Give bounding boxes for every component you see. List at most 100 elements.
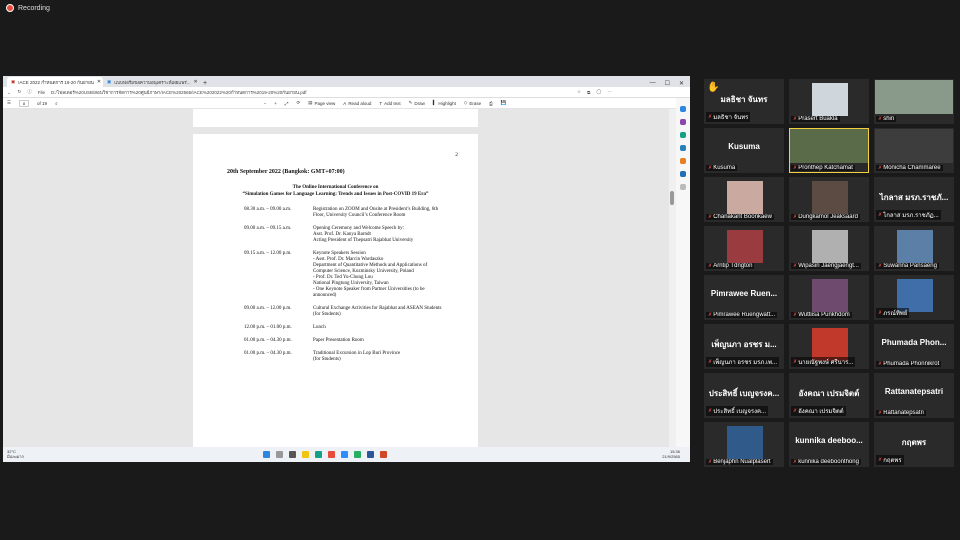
close-tab-icon[interactable]: ✕	[97, 79, 101, 85]
add-text-button[interactable]: T Add text	[379, 101, 400, 106]
highlight-button[interactable]: ▍ Highlight	[433, 100, 456, 106]
favorite-icon[interactable]: ☆	[577, 89, 581, 95]
refresh-icon[interactable]: ↻	[18, 89, 22, 95]
collections-icon[interactable]: ⧉	[587, 90, 590, 95]
draw-icon: ✎	[408, 100, 413, 105]
participant-tile[interactable]: ✗ Dungkamol Jeaksaard	[789, 177, 869, 222]
zoom-icon[interactable]	[341, 451, 348, 458]
participant-video	[812, 279, 848, 312]
erase-button[interactable]: ◇ Erase	[464, 100, 481, 106]
edge-icon[interactable]	[315, 451, 322, 458]
chrome-icon[interactable]	[328, 451, 335, 458]
participant-name-label: ✗ Phumada Phonnikrot	[876, 361, 942, 367]
windows-taskbar: 32°C มีเมฆมาก 15:36 21/9/2565	[3, 447, 690, 462]
participant-name: นายณัฐพงษ์ ศรีนาร...	[798, 360, 854, 366]
participant-tile[interactable]: kunnika deeboo... ✗ kunnika deeboonthong	[789, 422, 869, 467]
close-tab-icon[interactable]: ✕	[193, 79, 197, 85]
participant-tile[interactable]: ✗ shin	[874, 79, 954, 124]
maximize-icon[interactable]: ☐	[665, 80, 670, 87]
search-icon[interactable]	[276, 451, 283, 458]
muted-mic-icon: ✗	[878, 116, 883, 122]
minimize-icon[interactable]: —	[650, 80, 656, 87]
add-icon[interactable]	[680, 184, 686, 190]
page-view-button[interactable]: ▤ Page view	[308, 100, 335, 106]
pdf-scrollbar[interactable]	[669, 109, 676, 447]
participant-tile[interactable]: ✗ Wuttiisa Punkhdom	[789, 275, 869, 320]
file-explorer-icon[interactable]	[302, 451, 309, 458]
weather-widget[interactable]: 32°C มีเมฆมาก	[3, 449, 263, 459]
line-icon[interactable]	[354, 451, 361, 458]
url-field[interactable]: D:/โฟลเดอร์%20USB/สอนวิชาการจัดการ%20ศูน…	[51, 89, 571, 96]
participant-name-label: ✗ Dungkamol Jeaksaard	[791, 214, 860, 220]
participant-name: Arntip Tdngton	[713, 263, 753, 269]
page-number-input[interactable]: 8	[19, 99, 30, 107]
games-icon[interactable]	[680, 145, 686, 151]
participant-tile[interactable]: อังคณา เปรมจิตต์ ✗ อังคณา เปรมจิตต์	[789, 373, 869, 418]
muted-mic-icon: ✗	[708, 459, 713, 465]
muted-mic-icon: ✗	[793, 116, 798, 122]
close-window-icon[interactable]: ✕	[679, 80, 684, 87]
zoom-in-icon[interactable]: +	[274, 101, 277, 106]
search-icon[interactable]	[680, 106, 686, 112]
contents-icon[interactable]: ☰	[7, 100, 11, 106]
schedule: 08.30 a.m. – 09.00 a.m. Registration on Z…	[244, 207, 464, 363]
participant-tile[interactable]: ✗ Wipasiri Jaengjaengt...	[789, 226, 869, 271]
participant-name: ประสิทธิ์ เบญจรงค...	[713, 409, 767, 415]
participant-tile[interactable]: ✗ Pronthep Katchamat	[789, 128, 869, 173]
profile-icon[interactable]: ◯	[596, 89, 601, 95]
browser-tab-bar: ▣ IACE 2022 กำหนดการ 19-20 กันยายน ✕ ▣ แ…	[3, 76, 690, 87]
tools-icon[interactable]	[680, 132, 686, 138]
system-tray[interactable]: 15:36 21/9/2565	[662, 449, 690, 459]
participant-tile[interactable]: มลธิชา จันทร ✋ ✗ มลธิชา จันทร	[704, 79, 784, 124]
participant-tile[interactable]: ✗ Suwanna Pansaeng	[874, 226, 954, 271]
shopping-icon[interactable]	[680, 119, 686, 125]
office-icon[interactable]	[680, 158, 686, 164]
participant-tile[interactable]: ✗ Arntip Tdngton	[704, 226, 784, 271]
conference-line-1: The Online International Conference on	[292, 185, 379, 190]
participant-tile[interactable]: ประสิทธิ์ เบญจรงค... ✗ ประสิทธิ์ เบญจรงค..…	[704, 373, 784, 418]
zoom-out-icon[interactable]: −	[264, 101, 267, 106]
participant-tile[interactable]: ไกลาส มรภ.ราชภั... ✗ ไกลาส มรภ.ราชภัฏ...	[874, 177, 954, 222]
back-icon[interactable]: ←	[7, 90, 12, 95]
conference-title: The Online International Conference on “…	[207, 184, 464, 198]
rotate-icon[interactable]: ⟳	[296, 100, 300, 106]
powerpoint-icon[interactable]	[380, 451, 387, 458]
page-number: 2	[455, 152, 458, 158]
participant-tile[interactable]: Pimrawee Ruen... ✗ Pimrawee Ruengwatt...	[704, 275, 784, 320]
schedule-row: 09.15 a.m. – 12.00 p.m. Keynote Speakers …	[244, 251, 428, 298]
word-icon[interactable]	[367, 451, 374, 458]
participant-name-label: ✗ อังคณา เปรมจิตต์	[791, 406, 846, 416]
participant-display-name: อังคณา เปรมจิตต์	[798, 389, 860, 398]
draw-button[interactable]: ✎ Draw	[409, 100, 425, 106]
participant-tile[interactable]: Phumada Phon... ✗ Phumada Phonnikrot	[874, 324, 954, 369]
participant-tile[interactable]: ✗ Prasert Buakla	[789, 79, 869, 124]
print-icon[interactable]: ⎙	[489, 101, 493, 106]
task-view-icon[interactable]	[289, 451, 296, 458]
participant-tile[interactable]: Kusuma ✗ Kusuma	[704, 128, 784, 173]
participant-tile[interactable]: Rattanatepsatri ✗ Rattanatepsatri	[874, 373, 954, 418]
participant-tile[interactable]: เพ็ญนภา อรชร ม... ✗ เพ็ญนภา อรชร มรภ.เพ...	[704, 324, 784, 369]
fit-icon[interactable]: ⤢	[285, 101, 289, 106]
participant-tile[interactable]: ✗ ภรณ์ทิพย์	[874, 275, 954, 320]
scrollbar-thumb[interactable]	[670, 191, 674, 205]
browser-tab-form[interactable]: ▣ แบบฟอร์มขอความอนุเคราะห์เผยแพร่... ✕	[103, 77, 199, 87]
browser-tab-pdf[interactable]: ▣ IACE 2022 กำหนดการ 19-20 กันยายน ✕	[7, 77, 103, 87]
outlook-icon[interactable]	[680, 171, 686, 177]
read-aloud-button[interactable]: A Read aloud	[343, 101, 371, 106]
info-icon[interactable]: ⓘ	[27, 89, 32, 95]
participant-tile[interactable]: ✗ นายณัฐพงษ์ ศรีนาร...	[789, 324, 869, 369]
save-icon[interactable]: 💾	[501, 100, 507, 106]
search-icon[interactable]: ⌕	[55, 101, 58, 106]
more-icon[interactable]: ⋯	[607, 89, 612, 95]
start-icon[interactable]	[263, 451, 270, 458]
new-tab-icon[interactable]: +	[199, 80, 211, 87]
participant-name: กฤตพร	[883, 458, 902, 464]
participant-tile[interactable]: ✗ Monicha Chammaree	[874, 128, 954, 173]
record-icon	[6, 4, 14, 12]
participant-tile[interactable]: ✗ Benjaphn Nualplasert	[704, 422, 784, 467]
schedule-row: 08.30 a.m. – 09.00 a.m. Registration on Z…	[244, 207, 439, 218]
schedule-row: 09.00 a.m. – 09.15 a.m. Opening Ceremony …	[244, 226, 414, 243]
participant-tile[interactable]: กฤตพร ✗ กฤตพร	[874, 422, 954, 467]
participant-tile[interactable]: ✗ Chanakant Boonkaew	[704, 177, 784, 222]
tab-label: แบบฟอร์มขอความอนุเคราะห์เผยแพร่...	[114, 79, 191, 85]
